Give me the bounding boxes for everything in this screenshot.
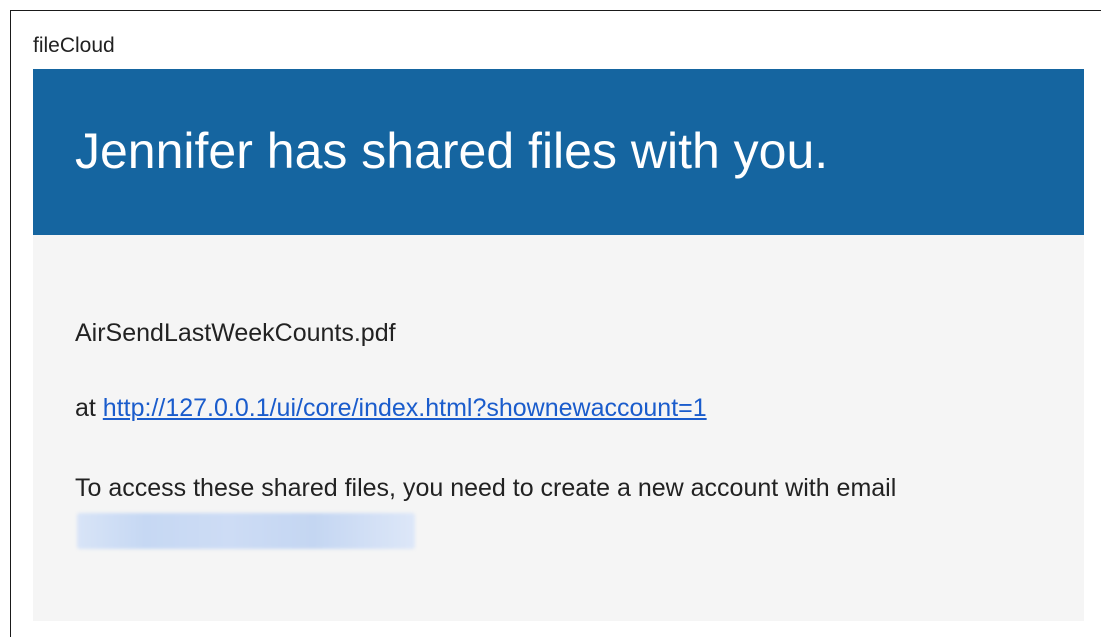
email-viewer-frame: fileCloud Jennifer has shared files with…	[10, 10, 1101, 637]
access-instructions: To access these shared files, you need t…	[75, 466, 1035, 554]
access-message: To access these shared files, you need t…	[75, 474, 897, 502]
share-link-line: at http://127.0.0.1/ui/core/index.html?s…	[75, 393, 707, 423]
share-link[interactable]: http://127.0.0.1/ui/core/index.html?show…	[103, 394, 707, 422]
shared-file-name: AirSendLastWeekCounts.pdf	[75, 319, 396, 347]
sender-name: fileCloud	[33, 34, 115, 57]
email-body: AirSendLastWeekCounts.pdf at http://127.…	[33, 235, 1084, 621]
banner-title: Jennifer has shared files with you.	[75, 123, 829, 179]
redacted-email-address	[77, 513, 415, 550]
link-prefix: at	[75, 394, 103, 422]
email-banner: Jennifer has shared files with you.	[33, 69, 1084, 235]
